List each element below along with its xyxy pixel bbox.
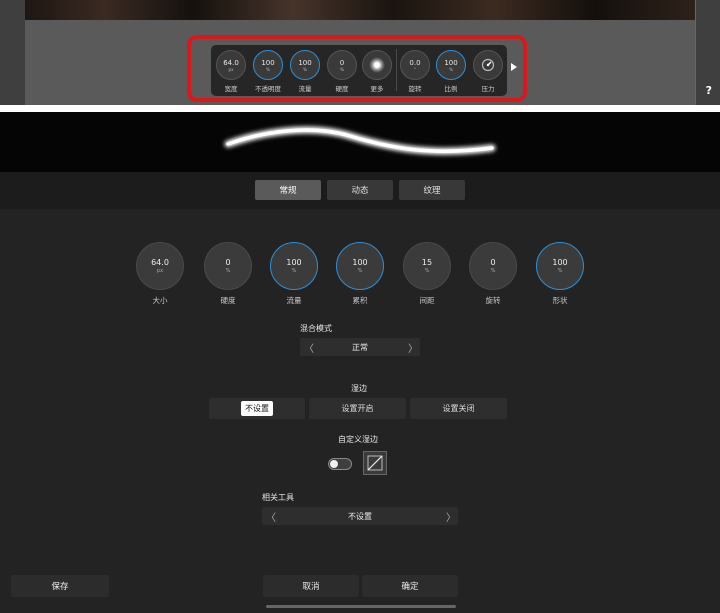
related-tool-value: 不设置 [348,511,372,521]
spacing-unit: % [424,268,430,274]
flow-main-value: 100 [286,258,302,267]
blend-mode-value: 正常 [352,342,368,352]
spacing-label: 间距 [419,296,435,305]
shape-value: 100 [552,258,568,267]
shape-unit: % [557,268,563,274]
shape-label: 形状 [552,296,568,305]
custom-wet-edge-title: 自定义湿边 [338,435,378,444]
top-panel: ? 64.0 px 宽度 100 % 不透明度 100 % 流量 0 % 硬度 [0,0,720,105]
chevron-left-icon[interactable]: 〈 [266,509,276,524]
save-button[interactable]: 保存 [11,575,109,597]
chevron-right-icon[interactable]: 〉 [446,509,456,524]
hardness-main-unit: % [225,268,231,274]
stroke-preview [0,112,720,172]
wet-edge-option-none-label: 不设置 [241,401,273,416]
related-tool-title: 相关工具 [262,493,294,502]
related-tool-selector[interactable]: 〈 不设置 〉 [262,507,458,525]
buildup-unit: % [357,268,363,274]
size-label: 大小 [152,296,168,305]
chevron-left-icon[interactable]: 〈 [304,340,314,355]
blend-mode-selector[interactable]: 〈 正常 〉 [300,338,420,356]
hardness-main-value: 0 [225,258,231,267]
size-value: 64.0 [151,258,169,267]
rotation-main-label: 旋转 [485,296,501,305]
wet-edge-option-on-label: 设置开启 [341,404,374,413]
tab-general[interactable]: 常规 [255,180,321,200]
cancel-button[interactable]: 取消 [263,575,359,597]
hardness-main-label: 硬度 [220,296,236,305]
left-side-panel [0,0,25,105]
curve-edit-button[interactable] [363,451,387,475]
flow-main-label: 流量 [286,296,302,305]
rotation-main-value: 0 [490,258,496,267]
size-unit: px [156,268,164,274]
chevron-right-icon[interactable]: 〉 [408,340,418,355]
image-divider [0,105,720,112]
diagonal-curve-icon [367,455,383,471]
shape-knob[interactable]: 100 % [536,242,584,290]
toggle-knob [330,460,338,468]
spacing-knob[interactable]: 15 % [403,242,451,290]
home-indicator [266,605,456,608]
hardness-knob-main[interactable]: 0 % [204,242,252,290]
wet-edge-option-on[interactable]: 设置开启 [309,398,406,419]
confirm-button[interactable]: 确定 [362,575,458,597]
highlight-box [187,35,527,102]
spacing-value: 15 [421,258,433,267]
help-button[interactable]: ? [706,84,712,97]
brush-settings-panel: 常规 动态 纹理 64.0 px 大小 0 % 硬度 100 % 流量 100 … [0,112,720,613]
right-side-panel: ? [695,0,720,105]
blend-mode-title: 混合模式 [300,324,332,333]
buildup-knob[interactable]: 100 % [336,242,384,290]
rotation-main-unit: % [490,268,496,274]
canvas-photo [25,0,695,20]
tab-bar: 常规 动态 纹理 [0,172,720,209]
tab-dynamics[interactable]: 动态 [327,180,393,200]
buildup-value: 100 [352,258,368,267]
custom-wet-edge-toggle[interactable] [328,458,352,470]
wet-edge-option-off-label: 设置关闭 [442,404,475,413]
flow-knob-main[interactable]: 100 % [270,242,318,290]
brush-stroke-preview [224,126,496,155]
flow-main-unit: % [291,268,297,274]
buildup-label: 累积 [352,296,368,305]
size-knob[interactable]: 64.0 px [136,242,184,290]
tab-texture[interactable]: 纹理 [399,180,465,200]
wet-edge-title: 湿边 [351,384,367,393]
rotation-knob-main[interactable]: 0 % [469,242,517,290]
wet-edge-option-off[interactable]: 设置关闭 [410,398,507,419]
wet-edge-option-none[interactable]: 不设置 [209,398,305,419]
